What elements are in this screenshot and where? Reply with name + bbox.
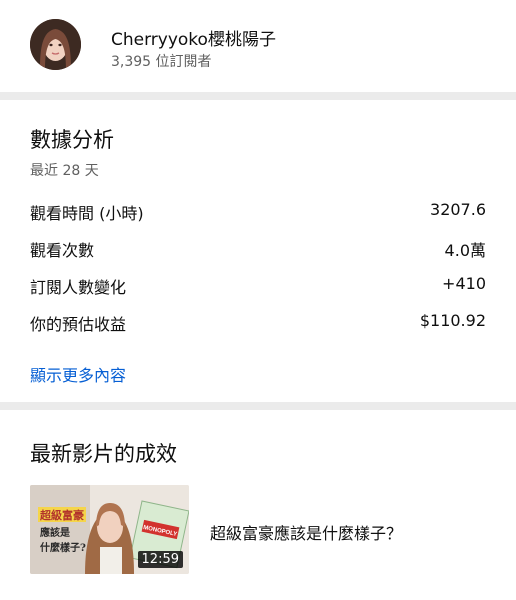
latest-video-title: 最新影片的成效 (30, 442, 177, 466)
metric-label: 訂閱人數變化 (30, 278, 127, 297)
metric-value: 3207.6 (430, 200, 486, 219)
analytics-title: 數據分析 (30, 128, 114, 152)
latest-video-card: 最新影片的成效 MONOPOLY 超級富豪 應該是 什麼樣子? 12:59 超級… (0, 410, 516, 600)
metric-value: +410 (442, 274, 486, 293)
section-divider (0, 402, 516, 410)
metric-label: 你的預估收益 (30, 315, 127, 334)
analytics-period: 最近 28 天 (30, 163, 99, 179)
metric-row-revenue: 你的預估收益 $110.92 (30, 311, 486, 335)
metric-label: 觀看時間 (小時) (30, 204, 144, 223)
avatar-image (30, 19, 81, 70)
metric-row-subscribers: 訂閱人數變化 +410 (30, 274, 486, 298)
video-title[interactable]: 超級富豪應該是什麼樣子？ (210, 520, 402, 544)
channel-name[interactable]: Cherryyoko櫻桃陽子 (111, 25, 276, 50)
thumb-title-line: 超級富豪 (39, 508, 84, 522)
channel-header[interactable]: Cherryyoko櫻桃陽子 3,395 位訂閱者 (0, 0, 516, 92)
metric-value: 4.0萬 (444, 241, 486, 260)
metric-label: 觀看次數 (30, 241, 95, 260)
show-more-link[interactable]: 顯示更多內容 (30, 362, 126, 386)
thumb-title-line: 什麼樣子? (40, 541, 86, 554)
channel-avatar[interactable] (30, 19, 81, 70)
video-thumbnail[interactable]: MONOPOLY 超級富豪 應該是 什麼樣子? 12:59 (30, 485, 189, 574)
metric-value: $110.92 (419, 311, 486, 330)
video-duration-badge: 12:59 (137, 551, 183, 568)
analytics-card: 數據分析 最近 28 天 觀看時間 (小時) 3207.6 觀看次數 4.0萬 … (0, 100, 516, 402)
metric-row-views: 觀看次數 4.0萬 (30, 237, 486, 261)
thumb-title-line: 應該是 (40, 526, 70, 539)
subscriber-count: 3,395 位訂閱者 (111, 54, 212, 70)
metric-row-watch-time: 觀看時間 (小時) 3207.6 (30, 200, 486, 224)
section-divider (0, 92, 516, 100)
